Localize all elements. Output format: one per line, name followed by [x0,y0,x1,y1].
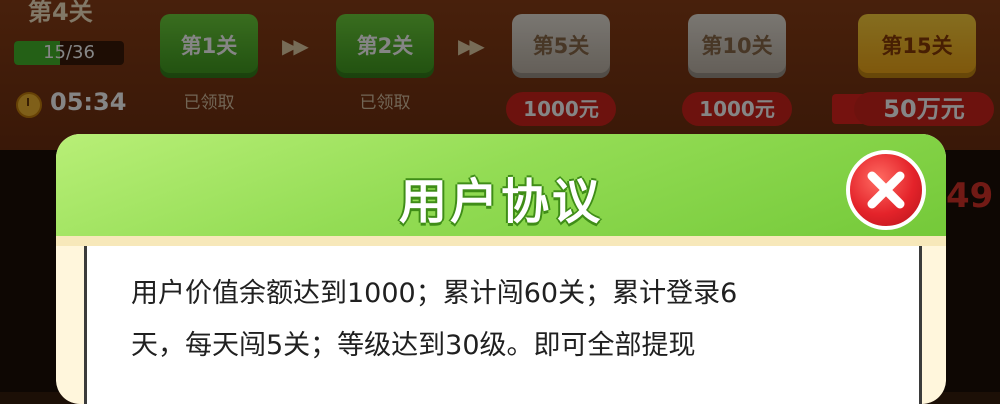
dialog-body: 用户价值余额达到1000；累计闯60关；累计登录6 天，每天闯5关；等级达到30… [84,246,922,404]
dialog-title: 用户协议 [398,174,603,230]
close-button[interactable] [846,150,926,230]
close-icon [867,171,905,209]
agreement-line-1: 用户价值余额达到1000；累计闯60关；累计登录6 [131,278,738,309]
agreement-line-2: 天，每天闯5关；等级达到30级。即可全部提现 [131,330,696,361]
agreement-text: 用户价值余额达到1000；累计闯60关；累计登录6 天，每天闯5关；等级达到30… [131,268,891,372]
user-agreement-dialog: 用户协议 用户价值余额达到1000；累计闯60关；累计登录6 天，每天闯5关；等… [56,134,946,404]
dialog-header: 用户协议 [56,134,946,246]
